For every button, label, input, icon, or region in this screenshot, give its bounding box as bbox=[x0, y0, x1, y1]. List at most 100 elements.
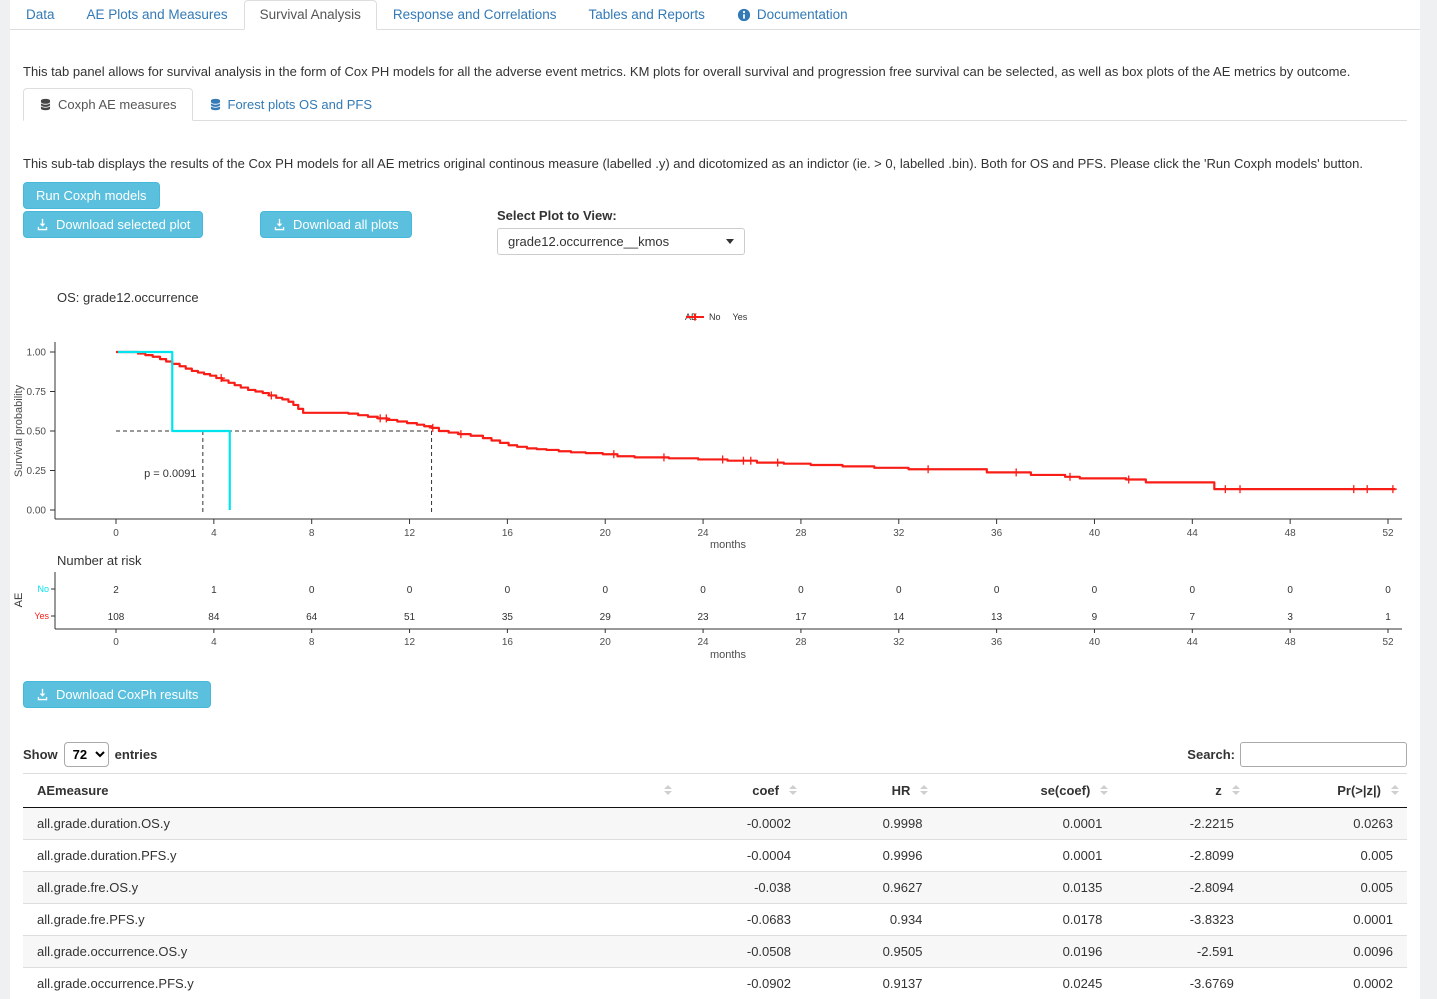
svg-text:3: 3 bbox=[1287, 612, 1293, 623]
svg-text:0: 0 bbox=[602, 585, 608, 596]
svg-text:1.00: 1.00 bbox=[27, 347, 47, 358]
sort-icon bbox=[789, 785, 797, 795]
tab-documentation[interactable]: Documentation bbox=[721, 0, 864, 30]
svg-text:29: 29 bbox=[600, 612, 612, 623]
column-label: se(coef) bbox=[1040, 783, 1090, 798]
subtab-label: Coxph AE measures bbox=[58, 97, 177, 112]
plot-select-dropdown[interactable]: grade12.occurrence__kmos bbox=[497, 228, 745, 255]
svg-text:32: 32 bbox=[893, 528, 905, 539]
svg-text:Yes: Yes bbox=[34, 611, 49, 621]
tab-label: Documentation bbox=[757, 7, 848, 22]
svg-text:0: 0 bbox=[798, 585, 804, 596]
svg-text:months: months bbox=[710, 539, 747, 551]
column-header-coef[interactable]: coef bbox=[680, 773, 805, 807]
column-header-z[interactable]: z bbox=[1116, 773, 1247, 807]
sort-icon bbox=[920, 785, 928, 795]
svg-text:28: 28 bbox=[795, 528, 807, 539]
svg-text:8: 8 bbox=[309, 528, 315, 539]
column-header-hr[interactable]: HR bbox=[805, 773, 936, 807]
svg-text:44: 44 bbox=[1187, 637, 1199, 648]
tab-tables-and-reports[interactable]: Tables and Reports bbox=[573, 0, 721, 30]
svg-text:36: 36 bbox=[991, 637, 1003, 648]
run-coxph-models-button[interactable]: Run Coxph models bbox=[23, 182, 160, 209]
cell-ae-measure: all.grade.fre.OS.y bbox=[23, 871, 680, 903]
svg-text:AE: AE bbox=[13, 592, 25, 607]
svg-text:4: 4 bbox=[211, 528, 217, 539]
column-label: AEmeasure bbox=[37, 783, 109, 798]
sort-icon bbox=[1232, 785, 1240, 795]
tab-label: Response and Correlations bbox=[393, 7, 557, 22]
sort-icon bbox=[664, 785, 672, 795]
svg-text:23: 23 bbox=[698, 612, 710, 623]
tab-ae-plots-and-measures[interactable]: AE Plots and Measures bbox=[71, 0, 244, 30]
svg-text:0: 0 bbox=[994, 585, 1000, 596]
plot-select-label: Select Plot to View: bbox=[497, 208, 617, 223]
cell-ae-measure: all.grade.duration.PFS.y bbox=[23, 839, 680, 871]
subtab-label: Forest plots OS and PFS bbox=[228, 97, 373, 112]
intro-text: This tab panel allows for survival analy… bbox=[23, 63, 1407, 82]
svg-text:0: 0 bbox=[896, 585, 902, 596]
cell-value: 0.0196 bbox=[936, 935, 1116, 967]
svg-text:36: 36 bbox=[991, 528, 1003, 539]
svg-text:12: 12 bbox=[404, 528, 416, 539]
column-header-aemeasure[interactable]: AEmeasure bbox=[23, 773, 680, 807]
table-row[interactable]: all.grade.duration.PFS.y-0.00040.99960.0… bbox=[23, 839, 1407, 871]
svg-text:0.25: 0.25 bbox=[27, 466, 47, 477]
cell-value: 0.0001 bbox=[936, 807, 1116, 839]
svg-text:0: 0 bbox=[113, 637, 119, 648]
tab-response-and-correlations[interactable]: Response and Correlations bbox=[377, 0, 573, 30]
app-window: Data AE Plots and Measures Survival Anal… bbox=[10, 0, 1420, 999]
main-tab-bar: Data AE Plots and Measures Survival Anal… bbox=[10, 0, 1420, 30]
download-selected-plot-button[interactable]: Download selected plot bbox=[23, 211, 203, 238]
download-all-plots-button[interactable]: Download all plots bbox=[260, 211, 412, 238]
subtab-coxph-ae-measures[interactable]: Coxph AE measures bbox=[23, 88, 193, 121]
cell-ae-measure: all.grade.duration.OS.y bbox=[23, 807, 680, 839]
column-header-se-coef-[interactable]: se(coef) bbox=[936, 773, 1116, 807]
svg-text:0: 0 bbox=[309, 585, 315, 596]
svg-text:16: 16 bbox=[502, 637, 514, 648]
svg-text:13: 13 bbox=[991, 612, 1003, 623]
svg-text:20: 20 bbox=[600, 528, 612, 539]
cell-value: 0.0263 bbox=[1248, 807, 1407, 839]
svg-text:28: 28 bbox=[795, 637, 807, 648]
svg-text:35: 35 bbox=[502, 612, 514, 623]
svg-text:52: 52 bbox=[1382, 637, 1394, 648]
svg-text:0: 0 bbox=[407, 585, 413, 596]
svg-text:51: 51 bbox=[404, 612, 416, 623]
svg-text:0: 0 bbox=[113, 528, 119, 539]
tab-label: AE Plots and Measures bbox=[87, 7, 228, 22]
table-row[interactable]: all.grade.occurrence.PFS.y-0.09020.91370… bbox=[23, 967, 1407, 999]
tab-data[interactable]: Data bbox=[10, 0, 71, 30]
button-label: Download all plots bbox=[293, 217, 399, 232]
cell-value: 0.9137 bbox=[805, 967, 936, 999]
table-row[interactable]: all.grade.fre.OS.y-0.0380.96270.0135-2.8… bbox=[23, 871, 1407, 903]
plot-controls: Run Coxph models Download selected plot … bbox=[23, 182, 1407, 260]
cell-value: -0.0902 bbox=[680, 967, 805, 999]
cell-value: -0.038 bbox=[680, 871, 805, 903]
entries-select[interactable]: 72 bbox=[64, 742, 109, 767]
cell-value: -3.6769 bbox=[1116, 967, 1247, 999]
cell-value: 0.9505 bbox=[805, 935, 936, 967]
cell-value: -0.0004 bbox=[680, 839, 805, 871]
cell-value: -0.0683 bbox=[680, 903, 805, 935]
svg-text:14: 14 bbox=[893, 612, 905, 623]
search-input[interactable] bbox=[1240, 742, 1407, 767]
download-coxph-results-button[interactable]: Download CoxPh results bbox=[23, 681, 211, 708]
svg-text:0.75: 0.75 bbox=[27, 387, 47, 398]
table-row[interactable]: all.grade.fre.PFS.y-0.06830.9340.0178-3.… bbox=[23, 903, 1407, 935]
table-row[interactable]: all.grade.occurrence.OS.y-0.05080.95050.… bbox=[23, 935, 1407, 967]
tab-label: Tables and Reports bbox=[589, 7, 705, 22]
subtab-forest-plots[interactable]: Forest plots OS and PFS bbox=[193, 88, 389, 121]
svg-text:2: 2 bbox=[113, 585, 119, 596]
database-icon bbox=[209, 98, 222, 111]
column-header-pr-z-[interactable]: Pr(>|z|) bbox=[1248, 773, 1407, 807]
sort-icon bbox=[1100, 785, 1108, 795]
tab-survival-analysis[interactable]: Survival Analysis bbox=[244, 0, 377, 30]
svg-text:0: 0 bbox=[700, 585, 706, 596]
svg-text:7: 7 bbox=[1190, 612, 1196, 623]
caret-down-icon bbox=[726, 239, 734, 244]
cell-value: -2.8094 bbox=[1116, 871, 1247, 903]
table-row[interactable]: all.grade.duration.OS.y-0.00020.99980.00… bbox=[23, 807, 1407, 839]
svg-text:52: 52 bbox=[1382, 528, 1394, 539]
cell-value: 0.005 bbox=[1248, 871, 1407, 903]
